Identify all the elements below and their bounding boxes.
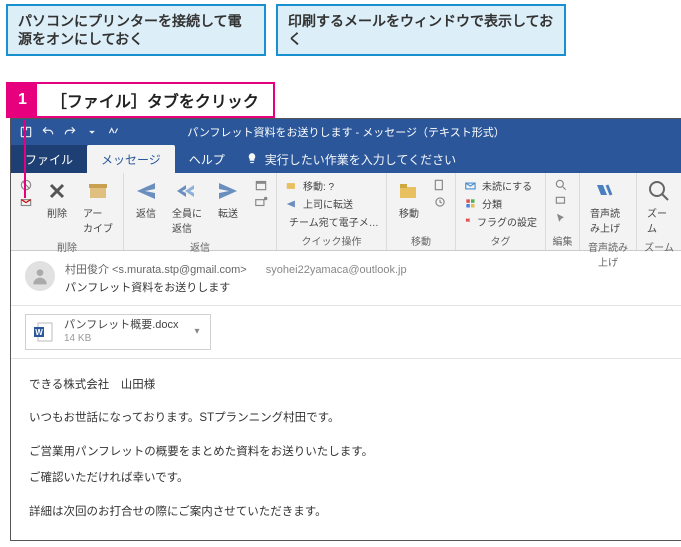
zoom-label: ズーム [647, 205, 671, 235]
customize-qat-icon[interactable] [85, 125, 99, 139]
attachments-area: W パンフレット概要.docx 14 KB ▾ [11, 306, 681, 358]
related-button[interactable] [552, 194, 570, 210]
message-header: 村田俊介 <s.murata.stp@gmail.com> syohei22ya… [11, 251, 681, 306]
sender-avatar [25, 261, 55, 291]
read-aloud-button[interactable]: 音声読 み上げ [586, 177, 624, 237]
tell-me-placeholder: 実行したい作業を入力してください [265, 151, 456, 168]
body-line: ご営業用パンフレットの概要をまとめた資料をお送りいたします。 [29, 442, 663, 464]
subject-field: パンフレット資料をお送りします [65, 279, 667, 295]
group-zoom: ズーム ズーム [637, 173, 681, 250]
attachment-item[interactable]: W パンフレット概要.docx 14 KB ▾ [25, 314, 211, 349]
move-button[interactable]: 移動 [393, 177, 425, 222]
step-callout-1: 1 ［ファイル］タブをクリック [6, 82, 275, 118]
reply-all-button[interactable]: 全員に 返信 [168, 177, 206, 237]
reply-button[interactable]: 返信 [130, 177, 162, 222]
forward-button[interactable]: 転送 [212, 177, 244, 222]
ribbon-tabs: ファイル メッセージ ヘルプ 実行したい作業を入力してください [11, 145, 681, 173]
group-move: 移動 移動 [387, 173, 456, 250]
find-button[interactable] [552, 177, 570, 193]
group-respond-label: 返信 [130, 239, 270, 254]
move-label: 移動 [399, 205, 419, 220]
body-line: いつもお世話になっております。STプランニング村田です。 [29, 408, 663, 430]
lightbulb-icon [245, 152, 259, 166]
reply-all-label: 全員に 返信 [172, 205, 202, 235]
save-icon[interactable] [19, 125, 33, 139]
group-editing: 編集 [546, 173, 580, 250]
pointer-line [24, 120, 26, 198]
group-editing-label: 編集 [552, 233, 573, 248]
quickstep-team-email[interactable]: チーム宛て電子メ… [283, 213, 380, 230]
reply-label: 返信 [136, 205, 156, 220]
quickstep-to-manager[interactable]: 上司に転送 [283, 195, 380, 212]
callout-prep-window: 印刷するメールをウィンドウで表示しておく [276, 4, 566, 56]
select-button[interactable] [552, 211, 570, 227]
actions-button[interactable] [431, 194, 449, 210]
tab-help[interactable]: ヘルプ [175, 145, 239, 173]
svg-text:W: W [35, 328, 43, 337]
followup-button[interactable]: フラグの設定 [462, 213, 539, 230]
title-bar: パンフレット資料をお送りします - メッセージ（テキスト形式） [11, 119, 681, 145]
word-doc-icon: W [32, 320, 56, 344]
archive-label: アー カイブ [83, 205, 113, 235]
group-quicksteps-label: クイック操作 [283, 233, 380, 248]
group-tags: 未読にする 分類 フラグの設定 タグ [456, 173, 546, 250]
junk-button[interactable] [17, 194, 35, 210]
redo-icon[interactable] [63, 125, 77, 139]
categorize-button[interactable]: 分類 [462, 195, 539, 212]
group-delete-label: 削除 [17, 239, 117, 254]
attachment-name: パンフレット概要.docx [64, 319, 179, 332]
meeting-button[interactable] [252, 177, 270, 193]
tab-message[interactable]: メッセージ [87, 145, 175, 173]
undo-icon[interactable] [41, 125, 55, 139]
from-field: 村田俊介 <s.murata.stp@gmail.com> [65, 264, 247, 276]
group-speech: 音声読 み上げ 音声読み上げ [580, 173, 637, 250]
body-line: 詳細は次回のお打合せの際にご案内させていただきます。 [29, 502, 663, 524]
outlook-message-window: パンフレット資料をお送りします - メッセージ（テキスト形式） ファイル メッセ… [10, 118, 681, 540]
touch-mode-icon[interactable] [107, 125, 121, 139]
tell-me-search[interactable]: 実行したい作業を入力してください [245, 151, 456, 168]
tab-file[interactable]: ファイル [11, 145, 87, 173]
delete-label: 削除 [47, 205, 67, 220]
chevron-down-icon[interactable]: ▾ [195, 326, 200, 337]
more-respond-button[interactable] [252, 194, 270, 210]
window-title: パンフレット資料をお送りします - メッセージ（テキスト形式） [187, 124, 504, 140]
step-number: 1 [8, 84, 37, 116]
group-tags-label: タグ [462, 233, 539, 248]
delete-button[interactable]: 削除 [41, 177, 73, 222]
group-respond: 返信 全員に 返信 転送 返信 [124, 173, 277, 250]
forward-label: 転送 [218, 205, 238, 220]
group-quicksteps: 移動: ? 上司に転送 チーム宛て電子メ… クイック操作 [277, 173, 387, 250]
ribbon: 削除 アー カイブ 削除 返信 全員 [11, 173, 681, 251]
ignore-button[interactable] [17, 177, 35, 193]
quick-access-toolbar [11, 125, 129, 139]
read-aloud-label: 音声読 み上げ [590, 205, 620, 235]
body-line: ご確認いただければ幸いです。 [29, 468, 663, 490]
archive-button[interactable]: アー カイブ [79, 177, 117, 237]
rules-button[interactable] [431, 177, 449, 193]
group-delete: 削除 アー カイブ 削除 [11, 173, 124, 250]
body-line: できる株式会社 山田様 [29, 375, 663, 397]
quickstep-move[interactable]: 移動: ? [283, 177, 380, 194]
attachment-size: 14 KB [64, 333, 179, 345]
step-text: ［ファイル］タブをクリック [37, 84, 273, 116]
message-body: できる株式会社 山田様 いつもお世話になっております。STプランニング村田です。… [11, 359, 681, 540]
mark-unread-button[interactable]: 未読にする [462, 177, 539, 194]
zoom-button[interactable]: ズーム [643, 177, 675, 237]
group-zoom-label: ズーム [643, 239, 675, 254]
group-move-label: 移動 [393, 233, 449, 248]
callout-prep-printer: パソコンにプリンターを接続して電源をオンにしておく [6, 4, 266, 56]
to-field: syohei22yamaca@outlook.jp [266, 264, 407, 276]
